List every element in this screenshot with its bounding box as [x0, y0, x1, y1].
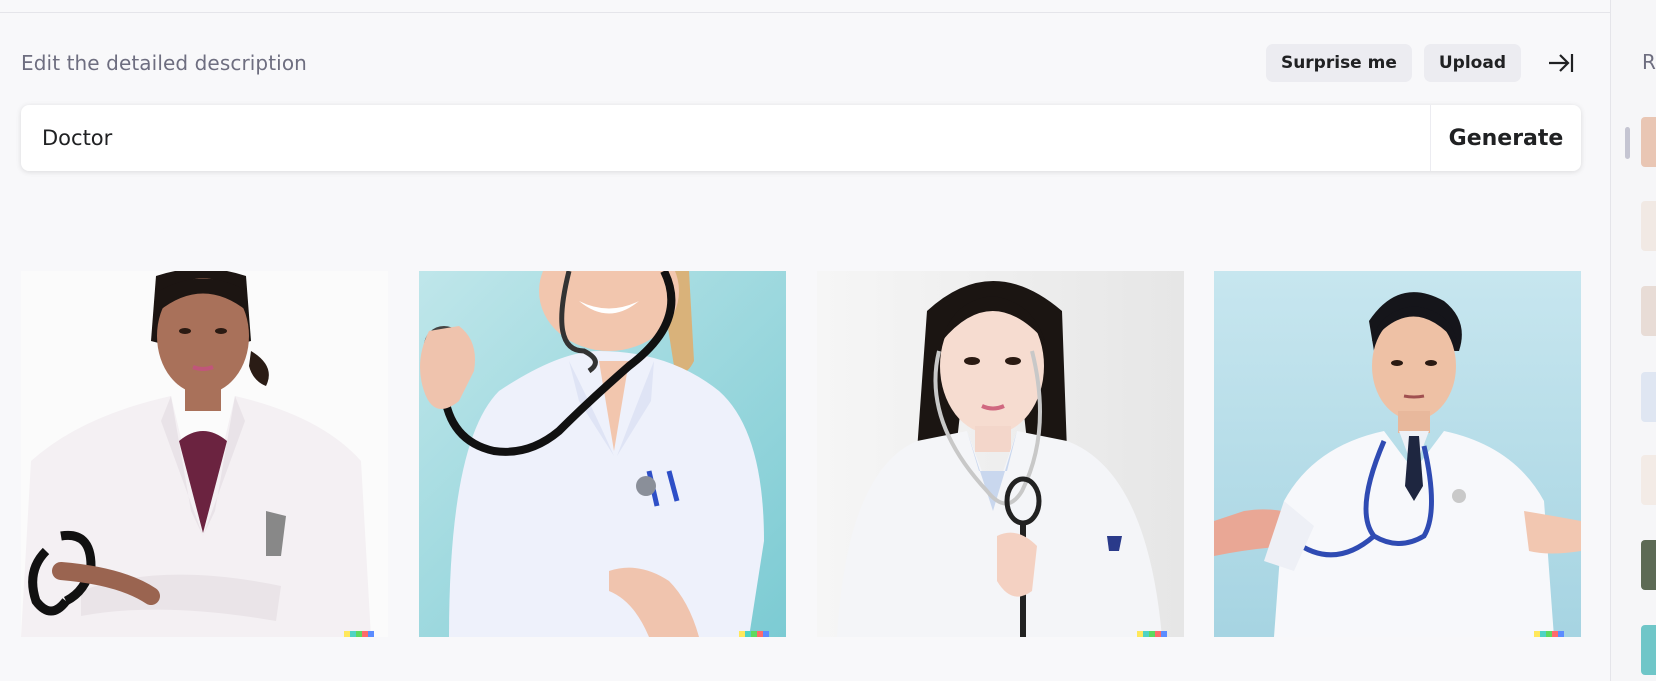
- results-grid: [21, 271, 1581, 637]
- history-thumbnail-4[interactable]: [1641, 372, 1656, 422]
- history-thumbnail-5[interactable]: [1641, 455, 1656, 505]
- prompt-box: Generate: [21, 105, 1581, 171]
- history-sidebar: R: [1610, 0, 1656, 681]
- surprise-me-button[interactable]: Surprise me: [1265, 44, 1412, 82]
- result-image-4[interactable]: [1214, 271, 1581, 637]
- collapse-sidebar-button[interactable]: [1541, 44, 1581, 82]
- header-actions: Surprise me Upload: [1265, 44, 1581, 82]
- result-image-3[interactable]: [817, 271, 1184, 637]
- top-bar: [0, 0, 1610, 13]
- result-image-2[interactable]: [419, 271, 786, 637]
- description-label: Edit the detailed description: [21, 51, 307, 75]
- history-label: R: [1642, 50, 1656, 74]
- history-thumbnail-2[interactable]: [1641, 201, 1656, 251]
- header-row: Edit the detailed description Surprise m…: [21, 43, 1581, 83]
- prompt-input[interactable]: [21, 105, 1430, 171]
- history-thumbnail-7[interactable]: [1641, 625, 1656, 675]
- history-thumbnail-3[interactable]: [1641, 286, 1656, 336]
- history-thumbnail-6[interactable]: [1641, 540, 1656, 590]
- upload-button[interactable]: Upload: [1423, 44, 1521, 82]
- generate-button[interactable]: Generate: [1431, 105, 1581, 171]
- history-thumbnail-1[interactable]: [1641, 117, 1656, 167]
- arrow-to-right-icon: [1549, 54, 1574, 72]
- sidebar-scrollbar[interactable]: [1625, 127, 1630, 159]
- result-image-1[interactable]: [21, 271, 388, 637]
- main-panel: Edit the detailed description Surprise m…: [0, 13, 1610, 681]
